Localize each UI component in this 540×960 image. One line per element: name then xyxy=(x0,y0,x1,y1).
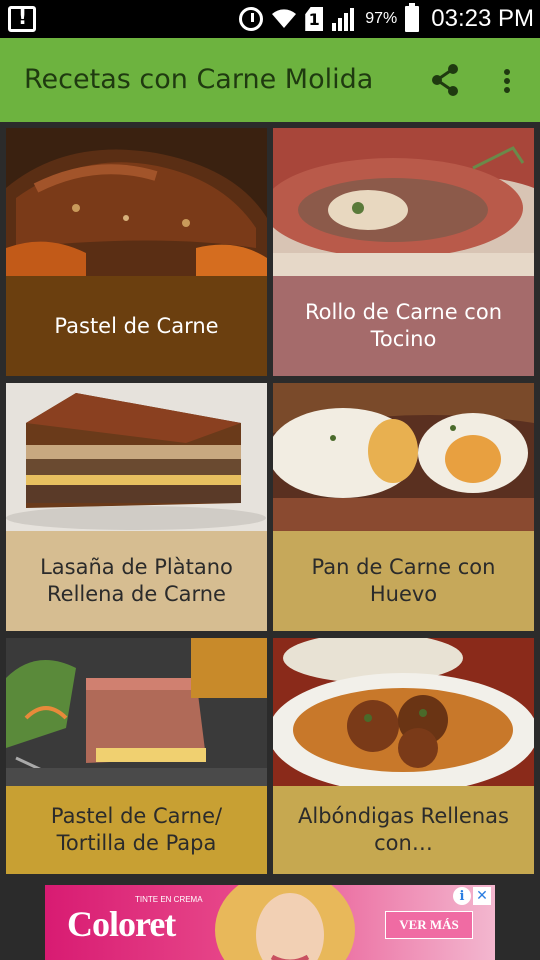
app-title: Recetas con Carne Molida xyxy=(24,64,374,95)
status-icons: 1 97% 03:23 PM xyxy=(239,0,534,38)
recipe-card[interactable]: Pastel de Carne xyxy=(6,128,267,376)
ad-area: TINTE EN CREMA Coloret VER MÁS i ✕ xyxy=(0,874,540,960)
status-bar: 1 97% 03:23 PM xyxy=(0,0,540,38)
recipe-card[interactable]: Pastel de Carne/ Tortilla de Papa xyxy=(6,638,267,874)
battery-icon xyxy=(405,3,420,32)
recipe-image xyxy=(6,128,267,276)
recipe-title: Lasaña de Plàtano Rellena de Carne xyxy=(6,531,267,631)
ad-model-image xyxy=(215,885,355,960)
ad-info-icon[interactable]: i xyxy=(453,887,471,905)
app-bar: Recetas con Carne Molida xyxy=(0,38,540,122)
notification-icon xyxy=(8,5,36,32)
recipe-image xyxy=(6,383,267,531)
recipe-card[interactable]: Lasaña de Plàtano Rellena de Carne xyxy=(6,383,267,631)
recipe-card[interactable]: Albóndigas Rellenas con… xyxy=(273,638,534,874)
ad-close-icon[interactable]: ✕ xyxy=(473,887,491,905)
clock: 03:23 PM xyxy=(431,5,534,32)
alarm-icon xyxy=(239,7,264,31)
recipe-image xyxy=(273,638,534,786)
recipe-title: Pastel de Carne xyxy=(6,276,267,376)
recipe-title: Albóndigas Rellenas con… xyxy=(273,786,534,874)
ad-banner[interactable]: TINTE EN CREMA Coloret VER MÁS i ✕ xyxy=(45,885,495,960)
recipe-title: Pastel de Carne/ Tortilla de Papa xyxy=(6,786,267,874)
share-icon[interactable] xyxy=(426,60,464,100)
recipe-title: Pan de Carne con Huevo xyxy=(273,531,534,631)
recipe-title: Rollo de Carne con Tocino xyxy=(273,276,534,376)
recipe-image xyxy=(273,383,534,531)
recipe-image xyxy=(6,638,267,786)
recipe-card[interactable]: Rollo de Carne con Tocino xyxy=(273,128,534,376)
ad-brand-logo: Coloret xyxy=(67,904,176,944)
signal-icon xyxy=(331,7,357,31)
ad-cta-button[interactable]: VER MÁS xyxy=(385,911,473,939)
recipe-card[interactable]: Pan de Carne con Huevo xyxy=(273,383,534,631)
wifi-icon xyxy=(271,8,297,30)
recipe-grid: Pastel de Carne Rollo de Carne con Tocin… xyxy=(0,122,540,874)
recipe-image xyxy=(273,128,534,276)
battery-percent: 97% xyxy=(365,10,398,27)
sim-icon: 1 xyxy=(305,7,324,31)
more-vert-icon[interactable] xyxy=(494,60,520,100)
